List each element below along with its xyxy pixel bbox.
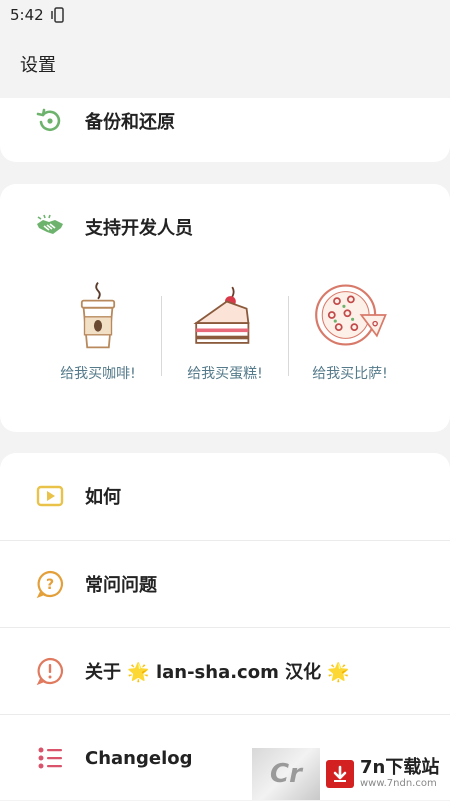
watermark-url: www.7ndn.com bbox=[360, 778, 437, 789]
backup-restore-item[interactable]: 备份和还原 bbox=[0, 78, 450, 164]
screen-rotate-icon bbox=[50, 7, 64, 23]
menu-item-how-to[interactable]: 如何 bbox=[0, 453, 450, 539]
download-arrow-icon bbox=[326, 760, 354, 788]
status-time: 5:42 bbox=[10, 6, 44, 24]
menu-item-about[interactable]: 关于 🌟 lan-sha.com 汉化 🌟 bbox=[0, 628, 450, 714]
watermark-cr-logo: Cr bbox=[252, 748, 320, 800]
status-bar: 5:42 bbox=[0, 0, 450, 30]
buy-cake-label: 给我买蛋糕! bbox=[187, 366, 263, 382]
menu-item-label: 常问问题 bbox=[85, 575, 157, 596]
buy-coffee-button[interactable]: 给我买咖啡! bbox=[28, 279, 168, 389]
buy-coffee-label: 给我买咖啡! bbox=[60, 366, 136, 382]
backup-restore-label: 备份和还原 bbox=[85, 112, 175, 133]
cake-icon bbox=[193, 286, 250, 344]
list-icon bbox=[38, 747, 62, 769]
buy-pizza-button[interactable]: 给我买比萨! bbox=[280, 279, 420, 389]
svg-text:?: ? bbox=[46, 577, 54, 593]
menu-item-label: 关于 🌟 lan-sha.com 汉化 🌟 bbox=[85, 662, 350, 683]
backup-card: 备份和还原 bbox=[0, 98, 450, 162]
support-title: 支持开发人员 bbox=[85, 218, 193, 239]
backup-restore-icon bbox=[36, 108, 61, 132]
coffee-icon bbox=[80, 282, 116, 349]
menu-item-label: 如何 bbox=[85, 487, 121, 508]
question-bubble-icon: ? bbox=[36, 570, 64, 599]
handshake-icon bbox=[37, 214, 63, 234]
page-title: 设置 bbox=[20, 55, 56, 76]
watermark-name: 7n下载站 bbox=[360, 757, 440, 778]
support-card: 支持开发人员 给我买咖啡! 给我买蛋糕! 给我买比萨! bbox=[0, 184, 450, 432]
watermark-logo: Cr 7n下载站 www.7ndn.com bbox=[252, 748, 450, 800]
watermark-site: 7n下载站 www.7ndn.com bbox=[320, 748, 450, 800]
pizza-icon bbox=[315, 284, 387, 346]
play-video-icon bbox=[36, 485, 64, 507]
menu-item-faq[interactable]: ? 常问问题 bbox=[0, 541, 450, 627]
buy-pizza-label: 给我买比萨! bbox=[312, 366, 388, 382]
alert-bubble-icon bbox=[36, 657, 64, 686]
menu-item-label: Changelog bbox=[85, 747, 193, 769]
support-header: 支持开发人员 bbox=[0, 184, 450, 270]
buy-cake-button[interactable]: 给我买蛋糕! bbox=[155, 279, 295, 389]
